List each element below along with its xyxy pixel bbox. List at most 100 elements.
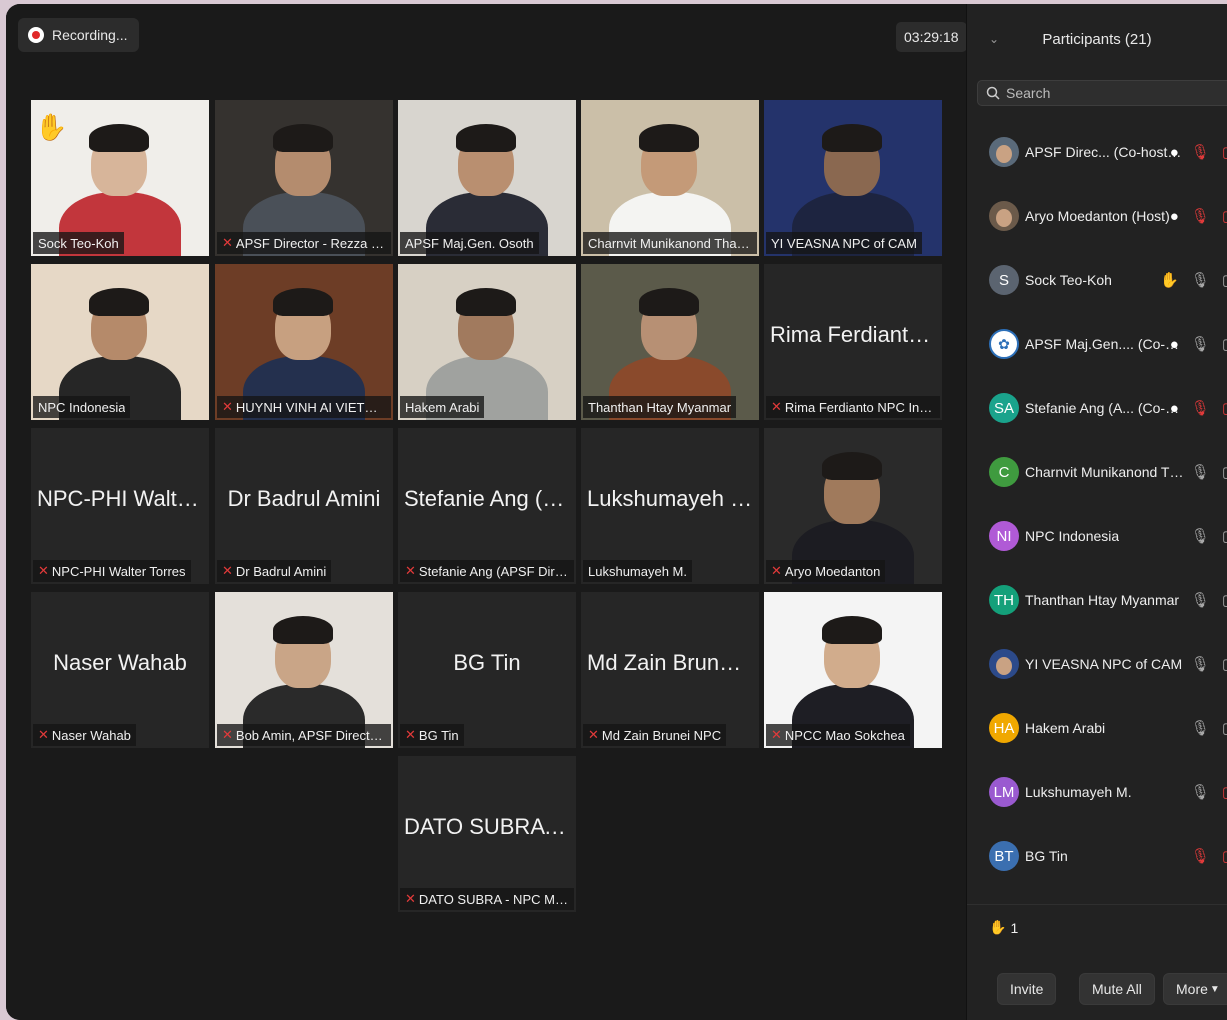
mute-all-button[interactable]: Mute All: [1079, 973, 1155, 1005]
video-tile[interactable]: NPC Indonesia: [31, 264, 209, 420]
video-tile[interactable]: Hakem Arabi: [398, 264, 576, 420]
video-tile[interactable]: Md Zain Brunei NPC ✕Md Zain Brunei NPC: [581, 592, 759, 748]
video-tile[interactable]: Dr Badrul Amini ✕ Dr Badrul Amini: [215, 428, 393, 584]
tile-name-text: APSF Maj.Gen. Osoth: [405, 235, 534, 251]
video-tile[interactable]: Rima Ferdianto NP... ✕Rima Ferdianto NPC …: [764, 264, 942, 420]
mic-icon[interactable]: 🎙︎: [1191, 655, 1210, 673]
participant-name: Sock Teo-Koh: [1025, 272, 1112, 288]
camera-off-icon[interactable]: ▢: [1222, 143, 1227, 161]
participant-row[interactable]: S Sock Teo-Koh ✋ 🎙︎ ▢: [967, 248, 1227, 312]
participant-row[interactable]: Aryo Moedanton (Host)● 🎙︎ ▢: [967, 184, 1227, 248]
mic-icon[interactable]: 🎙︎: [1191, 527, 1210, 545]
video-tile[interactable]: Lukshumayeh M. Lukshumayeh M.: [581, 428, 759, 584]
avatar: [989, 201, 1019, 231]
tile-name-label: ✕ DATO SUBRA - NPC MAS: [400, 888, 574, 910]
participant-status-icons: ● 🎙︎ ▢: [1170, 335, 1227, 354]
participant-status-icons: 🎙︎ ▢: [1191, 591, 1227, 609]
participant-hair: [456, 124, 516, 152]
camera-off-icon[interactable]: ▢: [1222, 399, 1227, 417]
participant-row[interactable]: LM Lukshumayeh M. 🎙︎ ▢: [967, 760, 1227, 824]
mic-icon[interactable]: 🎙︎: [1191, 271, 1210, 289]
tile-name-label: ✕Bob Amin, APSF Director, Even...: [217, 724, 391, 746]
video-tile[interactable]: ✕APSF Director - Rezza Bramm...: [215, 100, 393, 256]
raised-hands-value: 1: [1010, 919, 1019, 936]
mic-icon[interactable]: 🎙︎: [1191, 335, 1210, 353]
video-tile[interactable]: APSF Maj.Gen. Osoth: [398, 100, 576, 256]
camera-off-icon[interactable]: ▢: [1222, 783, 1227, 801]
mic-muted-icon[interactable]: 🎙︎: [1191, 143, 1210, 161]
video-tile[interactable]: ✕ NPCC Mao Sokchea: [764, 592, 942, 748]
camera-icon[interactable]: ▢: [1222, 463, 1227, 481]
avatar: HA: [989, 713, 1019, 743]
video-tile[interactable]: ✕ Aryo Moedanton: [764, 428, 942, 584]
mic-icon[interactable]: 🎙︎: [1191, 591, 1210, 609]
recording-indicator[interactable]: Recording...: [18, 18, 140, 52]
participant-row[interactable]: APSF Direc... (Co-host, me)● 🎙︎ ▢: [967, 120, 1227, 184]
participant-hair: [456, 288, 516, 316]
avatar: NI: [989, 521, 1019, 551]
camera-off-icon[interactable]: ▢: [1222, 847, 1227, 865]
user-photo-icon: [996, 209, 1012, 227]
participant-row[interactable]: YI VEASNA NPC of CAM 🎙︎ ▢: [967, 632, 1227, 696]
video-tile[interactable]: BG Tin ✕ BG Tin: [398, 592, 576, 748]
participants-header: ⌄ Participants (21): [967, 4, 1227, 74]
participant-name: Lukshumayeh M.: [1025, 784, 1132, 800]
user-photo-icon: [996, 145, 1012, 163]
participant-name: Aryo Moedanton (Host): [1025, 208, 1170, 224]
camera-icon[interactable]: ▢: [1222, 591, 1227, 609]
participant-row[interactable]: ✿ APSF Maj.Gen.... (Co-host)● 🎙︎ ▢: [967, 312, 1227, 376]
tile-name-label: Thanthan Htay Myanmar: [583, 396, 737, 418]
more-button-label: More: [1176, 981, 1208, 997]
participant-row[interactable]: NI NPC Indonesia 🎙︎ ▢: [967, 504, 1227, 568]
mic-muted-icon[interactable]: 🎙︎: [1191, 399, 1210, 417]
camera-icon[interactable]: ▢: [1222, 655, 1227, 673]
mic-muted-icon: ✕: [222, 399, 233, 414]
search-input[interactable]: [1006, 85, 1206, 101]
participant-row[interactable]: HA Hakem Arabi 🎙︎ ▢: [967, 696, 1227, 760]
tile-name-text: NPCC Mao Sokchea: [784, 727, 905, 743]
tile-name-label: ✕ Md Zain Brunei NPC: [583, 724, 727, 746]
video-tile[interactable]: Naser Wahab ✕ Naser Wahab: [31, 592, 209, 748]
video-tile[interactable]: Thanthan Htay Myanmar: [581, 264, 759, 420]
avatar: ✿: [989, 329, 1019, 359]
participant-row[interactable]: C Charnvit Munikanond Thailand 🎙︎ ▢: [967, 440, 1227, 504]
camera-icon[interactable]: ▢: [1222, 271, 1227, 289]
video-tile[interactable]: ✕ HUYNH VINH AI VIETNAM: [215, 264, 393, 420]
tile-name-label: ✕ Aryo Moedanton: [766, 560, 886, 582]
camera-off-icon[interactable]: ▢: [1222, 207, 1227, 225]
mic-icon[interactable]: 🎙︎: [1191, 463, 1210, 481]
tile-name-label: ✕ HUYNH VINH AI VIETNAM: [217, 396, 391, 418]
tile-name-text: BG Tin: [418, 727, 459, 743]
mic-muted-icon: ✕: [588, 727, 599, 742]
video-tile[interactable]: Stefanie Ang (APSF... ✕Stefanie Ang (APSF…: [398, 428, 576, 584]
video-tile[interactable]: NPC-PHI Walter Tor... ✕NPC-PHI Walter Tor…: [31, 428, 209, 584]
mic-muted-icon[interactable]: 🎙︎: [1191, 207, 1210, 225]
tile-name-text: Stefanie Ang (APSF Director, S...: [418, 563, 569, 579]
camera-icon[interactable]: ▢: [1222, 527, 1227, 545]
camera-icon[interactable]: ▢: [1222, 335, 1227, 353]
mic-icon[interactable]: 🎙︎: [1191, 783, 1210, 801]
mic-icon[interactable]: 🎙︎: [1191, 719, 1210, 737]
participant-row[interactable]: BT BG Tin 🎙︎ ▢: [967, 824, 1227, 888]
avatar: TH: [989, 585, 1019, 615]
tile-name-label: YI VEASNA NPC of CAM: [766, 232, 922, 254]
tile-name-label: Lukshumayeh M.: [583, 560, 692, 582]
participant-row[interactable]: TH Thanthan Htay Myanmar 🎙︎ ▢: [967, 568, 1227, 632]
video-tile[interactable]: DATO SUBRA - NP... ✕DATO SUBRA - NPC MAS: [398, 756, 576, 912]
video-tile[interactable]: ✋ Sock Teo-Koh: [31, 100, 209, 256]
participant-hair: [822, 452, 882, 480]
mic-muted-icon: ✕: [771, 727, 782, 742]
video-tile[interactable]: Charnvit Munikanond Thailand: [581, 100, 759, 256]
more-button[interactable]: More ▼: [1163, 973, 1227, 1005]
participant-status-icons: 🎙︎ ▢: [1191, 527, 1227, 545]
participant-search[interactable]: [977, 80, 1227, 106]
video-tile[interactable]: ✕Bob Amin, APSF Director, Even...: [215, 592, 393, 748]
mic-muted-icon: ✕: [405, 891, 416, 906]
tile-display-name: DATO SUBRA - NP...: [404, 814, 576, 839]
mic-muted-icon[interactable]: 🎙︎: [1191, 847, 1210, 865]
invite-button[interactable]: Invite: [997, 973, 1057, 1005]
tile-display-name: Md Zain Brunei NPC: [587, 650, 759, 675]
video-tile[interactable]: YI VEASNA NPC of CAM: [764, 100, 942, 256]
camera-icon[interactable]: ▢: [1222, 719, 1227, 737]
participant-row[interactable]: SA Stefanie Ang (A... (Co-host)● 🎙︎ ▢: [967, 376, 1227, 440]
